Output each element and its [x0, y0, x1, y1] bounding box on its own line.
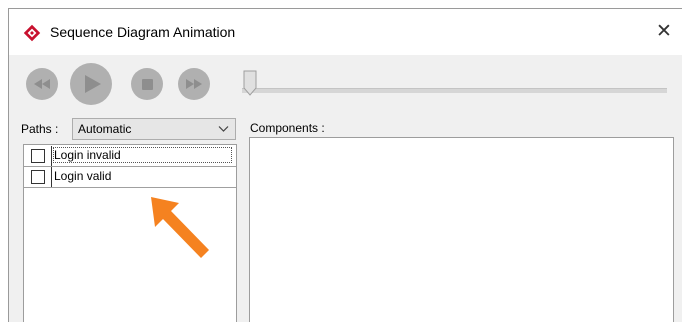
path-checkbox[interactable] — [31, 170, 45, 184]
close-icon: ✕ — [656, 20, 672, 42]
play-button[interactable] — [70, 63, 112, 105]
title-bar: Sequence Diagram Animation ✕ — [9, 9, 682, 55]
stop-icon — [141, 78, 153, 90]
fast-forward-icon — [186, 79, 202, 89]
path-item-label: Login valid — [54, 169, 112, 183]
path-row-divider — [51, 146, 52, 166]
paths-dropdown[interactable]: Automatic — [72, 118, 236, 140]
path-item-label: Login invalid — [54, 148, 121, 162]
annotation-arrow-icon — [151, 197, 209, 258]
stop-button[interactable] — [131, 68, 163, 100]
paths-dropdown-value: Automatic — [78, 122, 132, 136]
play-icon — [85, 75, 101, 93]
app-logo-icon — [23, 24, 41, 42]
paths-label: Paths : — [21, 122, 59, 136]
window-title: Sequence Diagram Animation — [50, 24, 236, 40]
path-item-login-invalid[interactable]: Login invalid — [25, 146, 235, 166]
components-label: Components : — [250, 121, 325, 135]
chevron-down-icon — [218, 126, 229, 132]
timeline-slider-track[interactable] — [242, 88, 667, 93]
rewind-button[interactable] — [26, 68, 58, 100]
path-checkbox[interactable] — [31, 149, 45, 163]
animation-dialog: Sequence Diagram Animation ✕ Paths : Aut… — [8, 8, 682, 322]
timeline-slider-thumb[interactable] — [243, 70, 257, 96]
row-separator — [24, 187, 236, 188]
path-row-divider — [51, 167, 52, 187]
close-button[interactable]: ✕ — [652, 19, 676, 43]
rewind-icon — [34, 79, 50, 89]
path-item-login-valid[interactable]: Login valid — [25, 167, 235, 187]
components-panel — [249, 137, 674, 322]
fast-forward-button[interactable] — [178, 68, 210, 100]
